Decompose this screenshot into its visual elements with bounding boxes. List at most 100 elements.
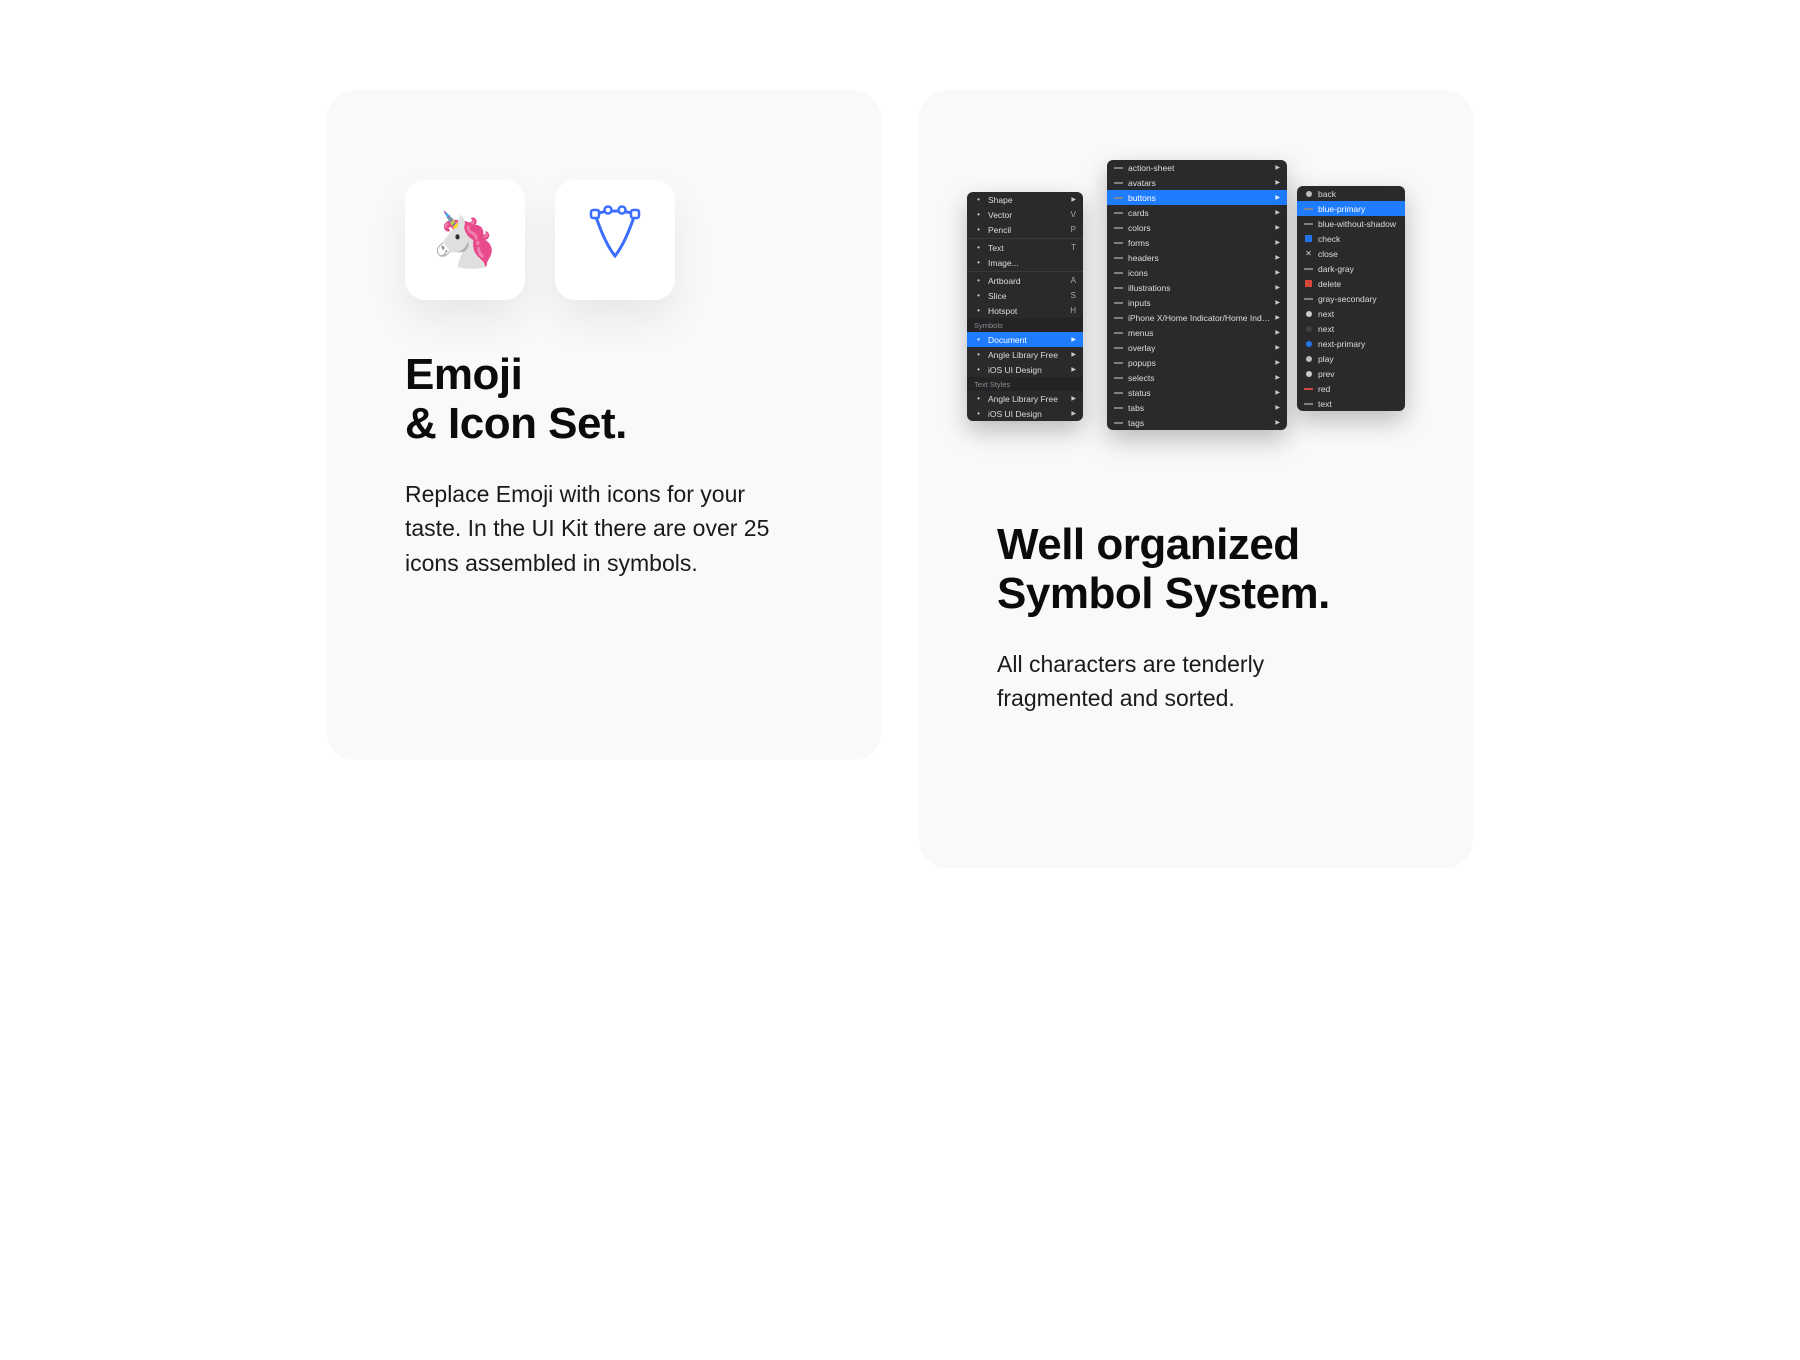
category-label: selects xyxy=(1128,373,1270,383)
menu-item-label: Angle Library Free xyxy=(988,394,1066,404)
symbol-variant-item[interactable]: text xyxy=(1297,396,1405,411)
category-label: colors xyxy=(1128,223,1270,233)
symbol-category-item[interactable]: popups ▶ xyxy=(1107,355,1287,370)
symbol-variant-item[interactable]: blue-without-shadow xyxy=(1297,216,1405,231)
symbol-category-item[interactable]: tags ▶ xyxy=(1107,415,1287,430)
menu-item-label: iOS UI Design xyxy=(988,409,1066,419)
feature-description: Replace Emoji with icons for your taste.… xyxy=(405,477,785,581)
symbol-variant-item[interactable]: dark-gray xyxy=(1297,261,1405,276)
menu-item[interactable]: • Pencil P xyxy=(967,222,1083,237)
menu-item-icon: • xyxy=(974,243,983,252)
chevron-right-icon: ▶ xyxy=(1275,254,1280,261)
chevron-right-icon: ▶ xyxy=(1275,344,1280,351)
variant-icon xyxy=(1304,354,1313,363)
chevron-right-icon: ▶ xyxy=(1275,419,1280,426)
chevron-right-icon: ▶ xyxy=(1275,404,1280,411)
menu-item[interactable]: • Vector V xyxy=(967,207,1083,222)
symbol-category-item[interactable]: overlay ▶ xyxy=(1107,340,1287,355)
variant-label: blue-without-shadow xyxy=(1318,219,1398,229)
icon-tile-row: 🦄 xyxy=(405,180,803,300)
menu-item[interactable]: • Text T xyxy=(967,240,1083,255)
menu-item[interactable]: • iOS UI Design ▶ xyxy=(967,406,1083,421)
category-icon xyxy=(1114,163,1123,172)
symbol-category-item[interactable]: headers ▶ xyxy=(1107,250,1287,265)
symbol-category-item[interactable]: cards ▶ xyxy=(1107,205,1287,220)
symbol-variant-item[interactable]: check xyxy=(1297,231,1405,246)
symbol-variant-item[interactable]: ✕ close xyxy=(1297,246,1405,261)
menu-item[interactable]: • Shape ▶ xyxy=(967,192,1083,207)
category-icon xyxy=(1114,253,1123,262)
menu-item-label: Slice xyxy=(988,291,1066,301)
variant-icon xyxy=(1304,279,1313,288)
symbol-variant-item[interactable]: gray-secondary xyxy=(1297,291,1405,306)
category-label: iPhone X/Home Indicator/Home Indicator -… xyxy=(1128,313,1270,323)
symbol-category-item[interactable]: tabs ▶ xyxy=(1107,400,1287,415)
variant-label: delete xyxy=(1318,279,1398,289)
unicorn-emoji-icon: 🦄 xyxy=(431,209,498,272)
category-label: action-sheet xyxy=(1128,163,1270,173)
symbol-category-item[interactable]: forms ▶ xyxy=(1107,235,1287,250)
menu-item[interactable]: • Artboard A xyxy=(967,273,1083,288)
menu-item[interactable]: • Hotspot H xyxy=(967,303,1083,318)
category-icon xyxy=(1114,328,1123,337)
variant-label: prev xyxy=(1318,369,1398,379)
category-icon xyxy=(1114,343,1123,352)
symbol-category-item[interactable]: avatars ▶ xyxy=(1107,175,1287,190)
menu-item[interactable]: • iOS UI Design ▶ xyxy=(967,362,1083,377)
symbol-variant-item[interactable]: red xyxy=(1297,381,1405,396)
category-icon xyxy=(1114,178,1123,187)
menu-item[interactable]: • Angle Library Free ▶ xyxy=(967,347,1083,362)
symbol-variant-item[interactable]: back xyxy=(1297,186,1405,201)
menu-item-label: Text xyxy=(988,243,1066,253)
menu-item-shortcut: T xyxy=(1071,243,1076,252)
chevron-right-icon: ▶ xyxy=(1275,194,1280,201)
category-label: status xyxy=(1128,388,1270,398)
symbol-category-item[interactable]: buttons ▶ xyxy=(1107,190,1287,205)
variant-label: next xyxy=(1318,324,1398,334)
symbol-variant-item[interactable]: next xyxy=(1297,321,1405,336)
symbol-variant-item[interactable]: delete xyxy=(1297,276,1405,291)
category-icon xyxy=(1114,373,1123,382)
menu-item-label: Hotspot xyxy=(988,306,1065,316)
separator xyxy=(967,271,1083,272)
variant-icon xyxy=(1304,324,1313,333)
symbol-variant-item[interactable]: next-primary xyxy=(1297,336,1405,351)
chevron-right-icon: ▶ xyxy=(1275,359,1280,366)
symbol-category-item[interactable]: icons ▶ xyxy=(1107,265,1287,280)
category-label: avatars xyxy=(1128,178,1270,188)
symbol-category-item[interactable]: selects ▶ xyxy=(1107,370,1287,385)
symbol-category-item[interactable]: action-sheet ▶ xyxy=(1107,160,1287,175)
symbol-variant-item[interactable]: next xyxy=(1297,306,1405,321)
menu-item-shortcut: S xyxy=(1071,291,1076,300)
menu-item[interactable]: • Document ▶ xyxy=(967,332,1083,347)
variant-label: dark-gray xyxy=(1318,264,1398,274)
category-icon xyxy=(1114,223,1123,232)
menu-item[interactable]: • Slice S xyxy=(967,288,1083,303)
symbol-category-item[interactable]: colors ▶ xyxy=(1107,220,1287,235)
variant-icon xyxy=(1304,399,1313,408)
symbol-variant-item[interactable]: play xyxy=(1297,351,1405,366)
symbol-category-item[interactable]: status ▶ xyxy=(1107,385,1287,400)
symbol-variant-item[interactable]: blue-primary xyxy=(1297,201,1405,216)
menu-item-label: Artboard xyxy=(988,276,1066,286)
category-label: popups xyxy=(1128,358,1270,368)
category-icon xyxy=(1114,298,1123,307)
menu-item[interactable]: • Image... xyxy=(967,255,1083,270)
symbol-category-item[interactable]: inputs ▶ xyxy=(1107,295,1287,310)
symbol-category-item[interactable]: iPhone X/Home Indicator/Home Indicator -… xyxy=(1107,310,1287,325)
category-icon xyxy=(1114,193,1123,202)
variant-label: close xyxy=(1318,249,1398,259)
vector-pen-icon xyxy=(583,202,647,279)
symbol-variant-item[interactable]: prev xyxy=(1297,366,1405,381)
chevron-right-icon: ▶ xyxy=(1071,336,1076,343)
variant-icon xyxy=(1304,384,1313,393)
chevron-right-icon: ▶ xyxy=(1275,224,1280,231)
symbol-category-item[interactable]: menus ▶ xyxy=(1107,325,1287,340)
menu-item-shortcut: A xyxy=(1071,276,1076,285)
variant-icon xyxy=(1304,309,1313,318)
menu-item-shortcut: V xyxy=(1071,210,1076,219)
variant-label: back xyxy=(1318,189,1398,199)
chevron-right-icon: ▶ xyxy=(1275,314,1280,321)
menu-item[interactable]: • Angle Library Free ▶ xyxy=(967,391,1083,406)
symbol-category-item[interactable]: illustrations ▶ xyxy=(1107,280,1287,295)
